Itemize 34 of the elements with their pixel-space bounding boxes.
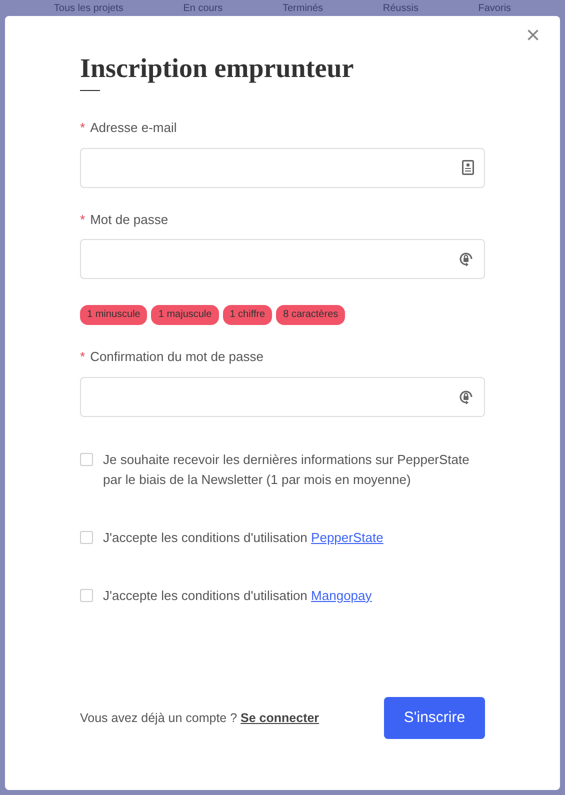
background-tab-label: En cours bbox=[183, 2, 223, 16]
background-tab-label: Terminés bbox=[282, 2, 324, 16]
background-tab-label: Réussis bbox=[382, 2, 418, 16]
lock-refresh-icon bbox=[458, 251, 474, 268]
email-field[interactable] bbox=[80, 148, 485, 188]
field-label: Mot de passe bbox=[90, 210, 168, 229]
field-label: Confirmation du mot de passe bbox=[90, 348, 264, 366]
required-asterisk: * bbox=[80, 348, 86, 366]
password-field[interactable] bbox=[80, 376, 485, 417]
submit-button[interactable]: S'inscrire bbox=[384, 697, 485, 739]
terms-link[interactable]: PepperState bbox=[311, 530, 384, 545]
password-rule-badge: 8 caractères bbox=[276, 305, 346, 326]
checkbox[interactable] bbox=[80, 452, 93, 466]
close-button[interactable]: × bbox=[526, 24, 540, 48]
background-tab-label: Tous les projets bbox=[54, 2, 124, 16]
field-label: Adresse e-mail bbox=[90, 119, 177, 138]
terms-link[interactable]: Mangopay bbox=[311, 588, 372, 603]
checkbox-label: Je souhaite recevoir les dernières informations sur PepperState par le biais de la Newsletter (1 par mois en moyenne) bbox=[103, 450, 470, 489]
login-link[interactable]: Se connecter bbox=[240, 710, 320, 725]
checkbox-label: J'accepte les conditions d'utilisation PepperState bbox=[103, 528, 384, 547]
checkbox[interactable] bbox=[80, 530, 93, 544]
password-rule-badge: 1 majuscule bbox=[151, 305, 219, 326]
password-field[interactable] bbox=[80, 239, 485, 280]
password-rule-badge: 1 chiffre bbox=[222, 305, 272, 326]
id-card-icon bbox=[462, 160, 474, 176]
login-prompt: Vous avez déjà un compte ? Se connecter bbox=[80, 710, 320, 727]
lock-refresh-icon bbox=[458, 388, 474, 405]
password-rule-badge: 1 minuscule bbox=[80, 305, 148, 326]
dialog-title: Inscription emprunteur bbox=[80, 52, 355, 85]
checkbox-label: J'accepte les conditions d'utilisation Mangopay bbox=[103, 586, 372, 605]
background-tab-label: Favoris bbox=[478, 2, 512, 16]
required-asterisk: * bbox=[80, 119, 86, 138]
required-asterisk: * bbox=[80, 210, 86, 229]
checkbox[interactable] bbox=[80, 588, 93, 602]
